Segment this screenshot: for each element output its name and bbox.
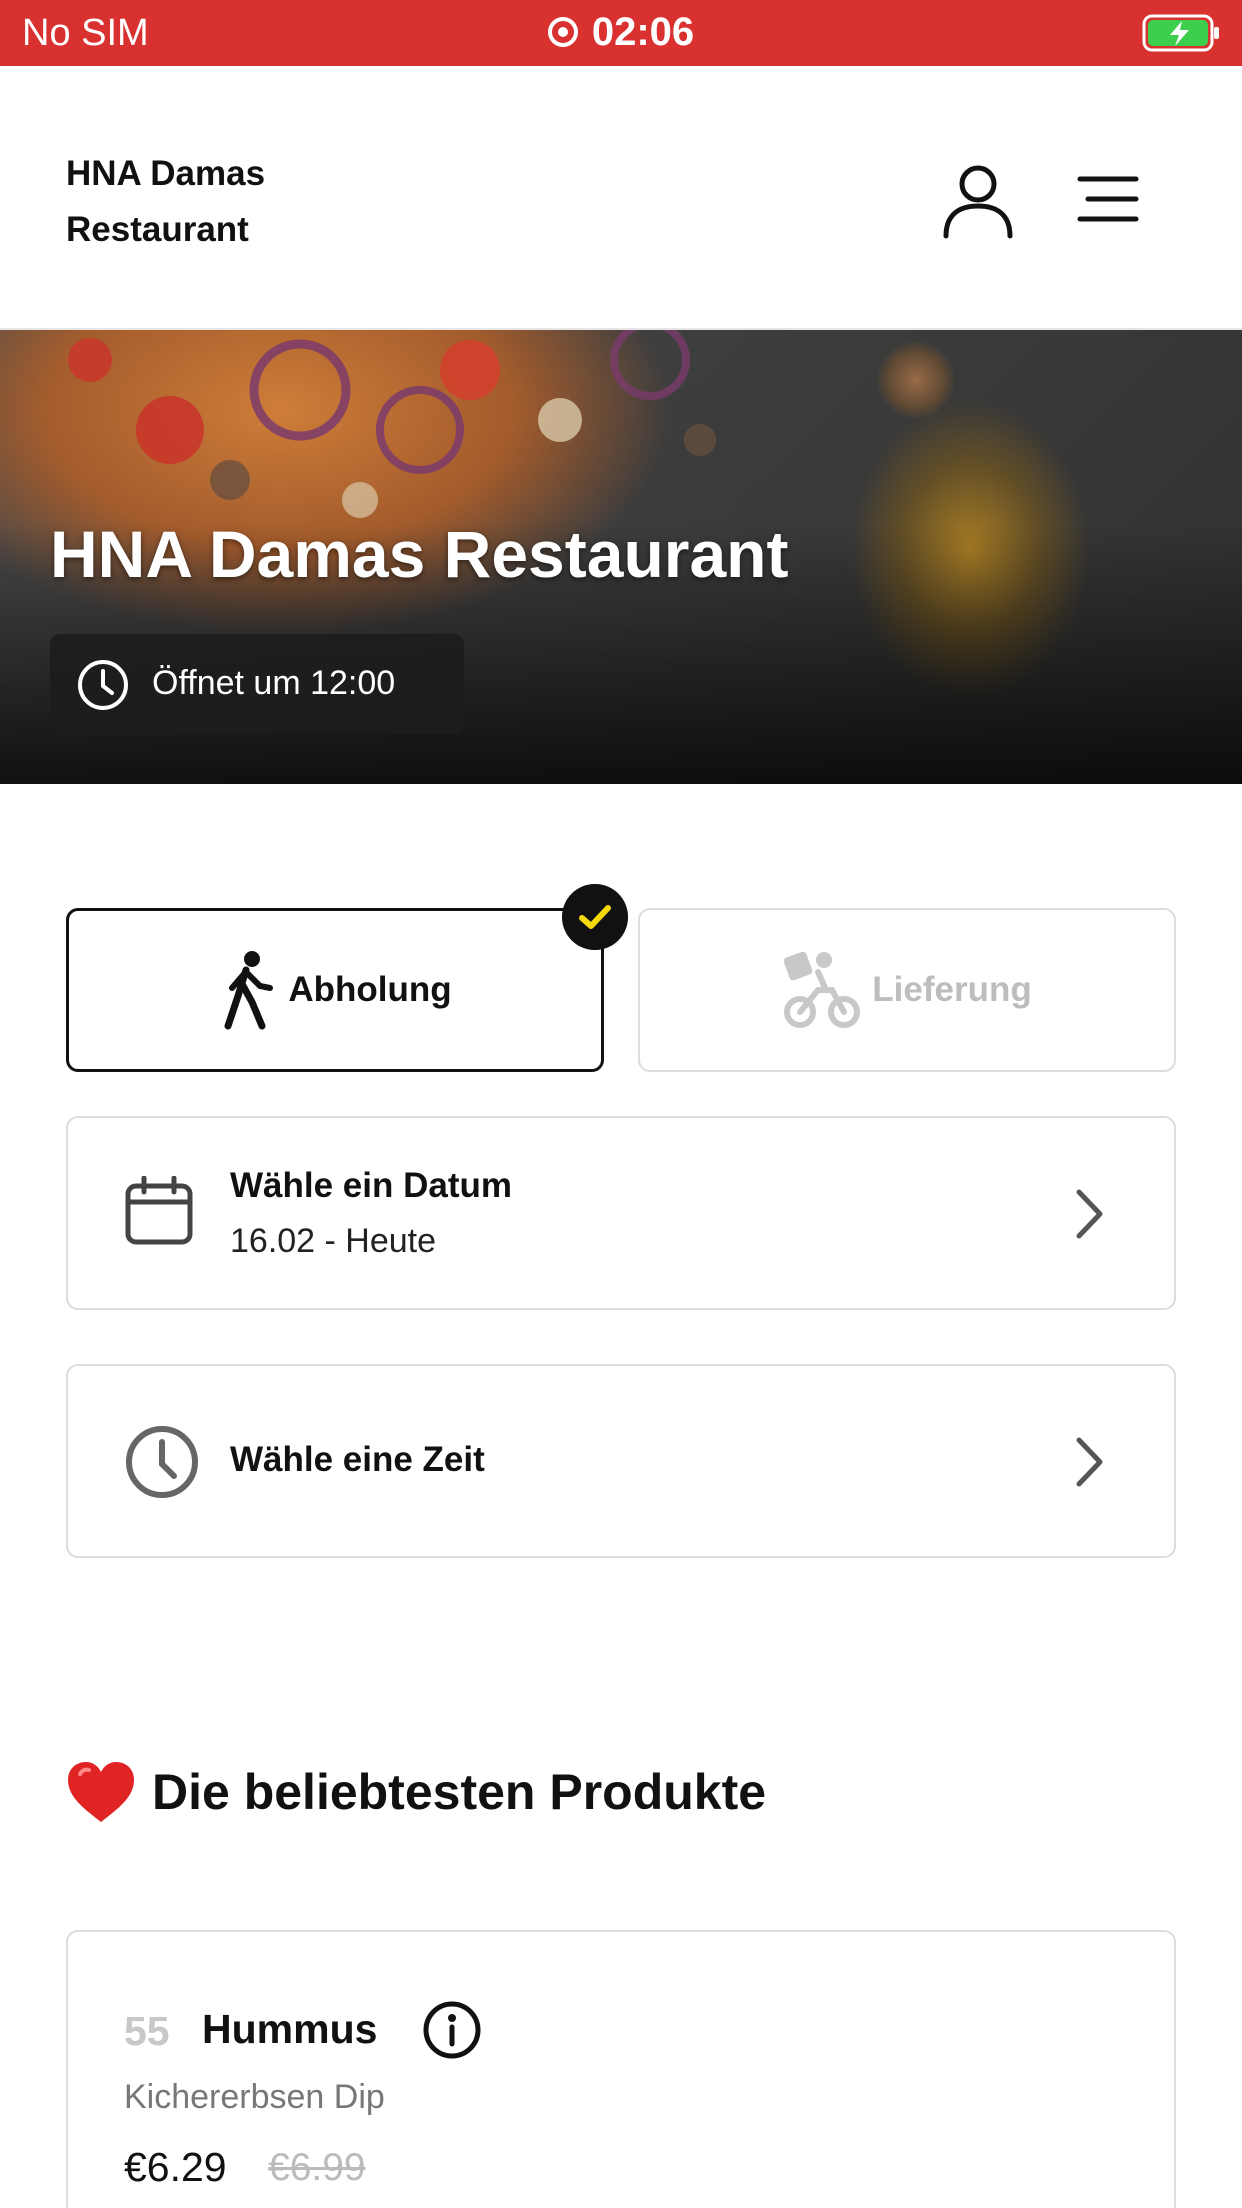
product-old-price: €6.99	[268, 2146, 366, 2189]
pickup-label: Abholung	[288, 970, 452, 1009]
delivery-option[interactable]: Lieferung	[638, 908, 1176, 1072]
product-price: €6.29	[124, 2144, 227, 2190]
time-label: 02:06	[591, 10, 695, 54]
product-name: Hummus	[202, 2006, 378, 2052]
date-label: Wähle ein Datum	[230, 1166, 512, 1205]
status-time: 02:06	[0, 10, 1242, 55]
popular-products-heading: Die beliebtesten Produkte	[66, 1760, 766, 1824]
date-value: 16.02 - Heute	[230, 1222, 437, 1260]
app-header: HNA Damas Restaurant	[0, 66, 1242, 330]
info-icon[interactable]	[422, 2000, 482, 2060]
opening-hours-text: Öffnet um 12:00	[152, 664, 396, 702]
walking-icon	[224, 951, 274, 1030]
product-number: 55	[124, 2008, 170, 2054]
brand-name[interactable]: HNA Damas Restaurant	[66, 146, 386, 258]
opening-hours-badge: Öffnet um 12:00	[50, 634, 464, 734]
date-picker-row[interactable]: Wähle ein Datum 16.02 - Heute	[66, 1116, 1176, 1310]
battery-icon	[1142, 14, 1219, 52]
record-icon	[547, 17, 578, 47]
popular-title: Die beliebtesten Produkte	[152, 1764, 767, 1820]
chevron-right-icon	[1076, 1437, 1103, 1487]
hero-banner: HNA Damas Restaurant Öffnet um 12:00	[0, 330, 1242, 784]
product-card[interactable]: 55 Hummus Kichererbsen Dip €6.29 €6.99	[66, 1930, 1176, 2208]
chevron-right-icon	[1076, 1189, 1103, 1239]
brand-line-2: Restaurant	[66, 210, 249, 249]
restaurant-title: HNA Damas Restaurant	[50, 517, 789, 591]
calendar-icon	[125, 1176, 193, 1245]
user-icon[interactable]	[940, 162, 1016, 242]
clock-icon	[78, 660, 128, 710]
delivery-label: Lieferung	[872, 970, 1032, 1009]
time-picker-row[interactable]: Wähle eine Zeit	[66, 1364, 1176, 1558]
bike-icon	[784, 951, 861, 1028]
status-bar: No SIM 02:06	[0, 0, 1242, 66]
pickup-option[interactable]: Abholung	[66, 908, 604, 1072]
heart-icon	[68, 1762, 134, 1822]
brand-line-1: HNA Damas	[66, 154, 266, 193]
clock-icon	[126, 1426, 198, 1498]
product-description: Kichererbsen Dip	[124, 2078, 385, 2116]
menu-icon[interactable]	[1076, 174, 1140, 224]
check-icon	[562, 884, 628, 950]
time-label: Wähle eine Zeit	[230, 1440, 485, 1479]
